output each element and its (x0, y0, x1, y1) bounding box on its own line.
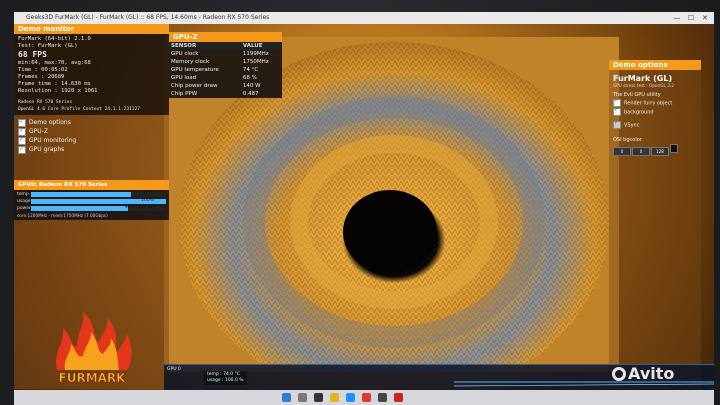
window-title: Geeks3D FurMark (GL) - FurMark (GL) :: 6… (26, 14, 270, 21)
screen: Geeks3D FurMark (GL) - FurMark (GL) :: 6… (14, 12, 714, 405)
temp-line (453, 383, 714, 387)
gpu-bar-usage: usage 100% (17, 198, 166, 204)
demo-info: FurMark (64-bit) 2.1.0 Test: FurMark (GL… (14, 34, 169, 115)
monitor-options: Demo options GPU-Z GPU monitoring GPU gr… (14, 115, 169, 157)
taskbar (14, 390, 714, 405)
gpu-clocks: core:1200MHz - mem:1750MHz (7.00Gbps) (17, 213, 108, 218)
gpu-monitor-header[interactable]: GPU0: Radeon RX 570 Series (14, 180, 169, 190)
option-render-furry[interactable]: Render furry object (609, 97, 701, 108)
gpuz-table: SENSOR VALUE GPU clock 1199MHz Memory clo… (169, 42, 282, 98)
table-row: GPU load 68 % (171, 75, 257, 81)
swatch-g[interactable]: 0 (632, 146, 650, 156)
fps-readout: 68 FPS (18, 50, 47, 59)
demo-options-panel: Demo options FurMark (GL) GPU stress tes… (609, 60, 701, 390)
demo-title: FurMark (GL) (613, 74, 673, 83)
search-icon[interactable] (298, 393, 307, 402)
table-row: Chip power draw 140 W (171, 83, 261, 89)
stat-frame-time: Frame time : 14.630 ms (18, 81, 91, 87)
fps-stats: min:64, max:70, avg:68 (18, 60, 91, 66)
checkbox-icon[interactable] (613, 106, 621, 116)
logo-text: FURMARK (59, 371, 127, 385)
section-label: The Evil GPU utility (613, 92, 661, 98)
table-header: SENSOR VALUE (169, 42, 282, 50)
option-demo-options[interactable]: Demo options (18, 117, 165, 127)
option-gpu-monitoring[interactable]: GPU monitoring (18, 135, 165, 145)
close-icon[interactable]: ✕ (698, 12, 712, 24)
window-titlebar: Geeks3D FurMark (GL) - FurMark (GL) :: 6… (14, 12, 714, 24)
checkbox-icon[interactable] (18, 144, 26, 154)
gpuz-panel: GPU-Z SENSOR VALUE GPU clock 1199MHz Memo… (169, 32, 282, 98)
gpu-name: Radeon RX 570 Series (18, 100, 73, 105)
stat-time: Time : 00:05:02 (18, 67, 68, 73)
table-row: Chip PPW 0.487 (171, 91, 259, 97)
option-gpuz[interactable]: GPU-Z (18, 126, 165, 136)
test-name: Test: FurMark (GL) (18, 43, 78, 49)
gpuz-header[interactable]: GPU-Z (169, 32, 282, 42)
furmark-taskbar-icon[interactable] (362, 393, 371, 402)
edge-icon[interactable] (346, 393, 355, 402)
app-icon[interactable] (378, 393, 387, 402)
demo-monitor-header[interactable]: Demo monitor (14, 24, 169, 34)
checkbox-icon[interactable] (613, 119, 621, 129)
demo-subtitle: GPU stress test - OpenGL 3.2 (613, 83, 674, 88)
option-gpu-graphs[interactable]: GPU graphs (18, 144, 165, 154)
bar-fill (31, 191, 131, 197)
app-version: FurMark (64-bit) 2.1.0 (18, 36, 91, 42)
gl-context: OpenGL 4.6 Core Profile Context 24.1.1.2… (18, 107, 140, 112)
option-background[interactable]: background (609, 106, 701, 117)
watermark: Avito (612, 364, 674, 383)
maximize-icon[interactable]: ☐ (684, 12, 698, 24)
table-row: GPU temperature 74 °C (171, 67, 259, 73)
table-row: Memory clock 1750MHz (171, 59, 269, 65)
stat-resolution: Resolution : 1920 x 1061 (18, 88, 98, 94)
stat-frames: Frames : 20689 (18, 74, 65, 80)
avito-logo-icon (612, 367, 626, 381)
gpu-bar-power: power 99.1 [127 W] (17, 205, 166, 211)
furmark-logo: FURMARK (56, 312, 132, 385)
demo-options-header[interactable]: Demo options (609, 60, 701, 70)
gpu-monitor-panel: GPU0: Radeon RX 570 Series temp 74°C usa… (14, 180, 169, 220)
swatch-b[interactable]: 128 (651, 146, 669, 156)
bgcolor-label: OSI bgcolor (613, 136, 642, 143)
swatch-r[interactable]: 0 (613, 146, 631, 156)
bar-fill (31, 205, 129, 211)
start-icon[interactable] (282, 393, 291, 402)
minimize-icon[interactable]: — (670, 12, 684, 24)
fur-center (343, 190, 437, 274)
swatch-preview[interactable] (670, 143, 678, 153)
explorer-icon[interactable] (330, 393, 339, 402)
table-row: GPU clock 1199MHz (171, 51, 269, 57)
app-icon[interactable] (394, 393, 403, 402)
taskview-icon[interactable] (314, 393, 323, 402)
gpu-bar-temp: temp 74°C (17, 191, 166, 197)
bgcolor-swatches: 0 0 128 (609, 143, 701, 156)
option-vsync[interactable]: VSync (609, 119, 701, 130)
